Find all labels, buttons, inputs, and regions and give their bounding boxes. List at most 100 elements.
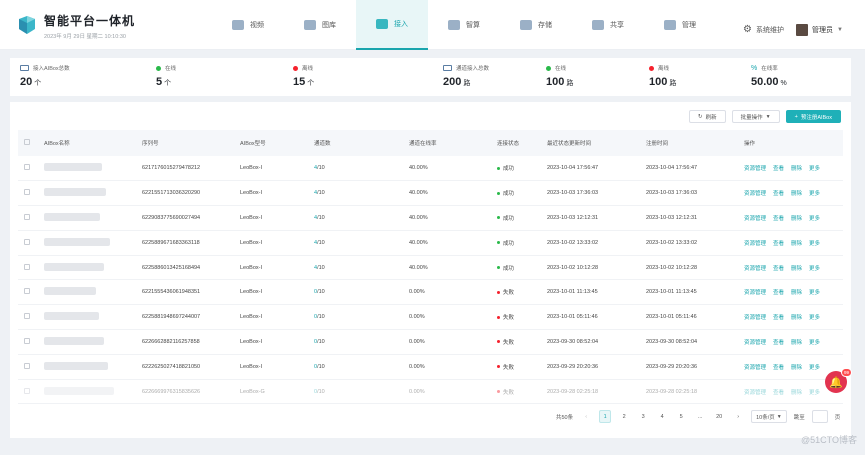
offline-dot <box>649 65 654 71</box>
row-checkbox[interactable] <box>24 362 30 369</box>
resource-manage-link[interactable]: 资源管理 <box>744 365 766 371</box>
prev-page-button[interactable]: ‹ <box>580 410 592 423</box>
more-link[interactable]: 更多 <box>809 166 820 172</box>
table-row: 6217176015279478212 LeoBox-I 4/10 40.00% 成功 2… <box>18 156 843 181</box>
delete-link[interactable]: 删除 <box>791 340 802 346</box>
notification-button[interactable]: 🔔 99 <box>825 368 853 393</box>
aibox-name-redacted <box>44 163 102 172</box>
resource-manage-link[interactable]: 资源管理 <box>744 166 766 172</box>
channel-total: /10 <box>317 388 325 395</box>
refresh-button[interactable]: ↻ 刷新 <box>689 110 726 123</box>
status-dot <box>497 216 500 220</box>
more-link[interactable]: 更多 <box>809 290 820 296</box>
view-link[interactable]: 查看 <box>773 166 784 172</box>
more-link[interactable]: 更多 <box>809 191 820 197</box>
delete-link[interactable]: 删除 <box>791 191 802 197</box>
delete-link[interactable]: 删除 <box>791 290 802 296</box>
view-link[interactable]: 查看 <box>773 315 784 321</box>
row-checkbox[interactable] <box>24 213 30 220</box>
column-header[interactable]: AIBox名称 <box>38 130 136 156</box>
delete-link[interactable]: 删除 <box>791 216 802 222</box>
ops-cell: 资源管理 查看 删除 更多 <box>738 181 843 206</box>
column-header[interactable]: 序列号 <box>136 130 234 156</box>
nav-item-video[interactable]: 视频 <box>212 0 284 50</box>
more-link[interactable]: 更多 <box>809 365 820 371</box>
delete-link[interactable]: 删除 <box>791 365 802 371</box>
row-checkbox[interactable] <box>24 337 30 344</box>
page-ellipsis[interactable]: ... <box>694 410 706 423</box>
resource-manage-link[interactable]: 资源管理 <box>744 216 766 222</box>
nav-item-compute[interactable]: 智算 <box>428 0 500 50</box>
resource-manage-link[interactable]: 资源管理 <box>744 390 766 396</box>
page-button[interactable]: 5 <box>675 410 687 423</box>
column-header[interactable]: 连接状态 <box>491 130 541 156</box>
more-link[interactable]: 更多 <box>809 340 820 346</box>
more-link[interactable]: 更多 <box>809 241 820 247</box>
view-link[interactable]: 查看 <box>773 390 784 396</box>
nav-item-storage[interactable]: 存储 <box>500 0 572 50</box>
resource-manage-link[interactable]: 资源管理 <box>744 241 766 247</box>
row-checkbox[interactable] <box>24 387 30 394</box>
page-button[interactable]: 20 <box>713 410 725 423</box>
system-maintenance-button[interactable]: ⚙ 系统维护 <box>743 24 784 35</box>
column-header[interactable]: AIBox型号 <box>234 130 308 156</box>
next-page-button[interactable]: › <box>732 410 744 423</box>
batch-operation-dropdown[interactable]: 批量操作 ▼ <box>731 110 780 123</box>
channel-total: /10 <box>317 165 325 172</box>
resource-manage-link[interactable]: 资源管理 <box>744 340 766 346</box>
preregister-aibox-button[interactable]: + 预注册AIBox <box>785 110 841 123</box>
view-link[interactable]: 查看 <box>773 340 784 346</box>
nav-item-access[interactable]: 接入 <box>356 0 428 50</box>
column-header[interactable]: 通道在线率 <box>403 130 491 156</box>
delete-link[interactable]: 删除 <box>791 390 802 396</box>
view-link[interactable]: 查看 <box>773 241 784 247</box>
table-row: 6221551713036320290 LeoBox-I 4/10 40.00% 成功 2… <box>18 181 843 206</box>
column-header[interactable]: 通道数 <box>308 130 403 156</box>
user-menu[interactable]: 管理员 ▼ <box>796 24 843 36</box>
registered-cell: 2023-10-03 12:12:31 <box>646 214 698 221</box>
status-cell: 成功 <box>491 156 541 181</box>
row-checkbox[interactable] <box>24 164 30 171</box>
more-link[interactable]: 更多 <box>809 266 820 272</box>
resource-manage-link[interactable]: 资源管理 <box>744 290 766 296</box>
column-header[interactable]: 注册时间 <box>640 130 738 156</box>
stat-label: 接入AIBox总数 <box>33 66 70 72</box>
delete-link[interactable]: 删除 <box>791 266 802 272</box>
view-link[interactable]: 查看 <box>773 365 784 371</box>
view-link[interactable]: 查看 <box>773 266 784 272</box>
row-checkbox[interactable] <box>24 189 30 196</box>
more-link[interactable]: 更多 <box>809 390 820 396</box>
jump-label: 跳至 <box>793 414 805 421</box>
nav-item-manage[interactable]: 管理 <box>644 0 716 50</box>
resource-manage-link[interactable]: 资源管理 <box>744 266 766 272</box>
status-dot <box>497 290 500 294</box>
page-button[interactable]: 2 <box>618 410 630 423</box>
pagination: 共50条 ‹ 1 2 3 4 5 ... 20 › 10条/页 ▼ 跳至 页 <box>556 410 840 423</box>
row-checkbox[interactable] <box>24 313 30 320</box>
row-checkbox[interactable] <box>24 288 30 295</box>
delete-link[interactable]: 删除 <box>791 166 802 172</box>
user-label: 管理员 <box>812 27 833 34</box>
resource-manage-link[interactable]: 资源管理 <box>744 315 766 321</box>
more-link[interactable]: 更多 <box>809 315 820 321</box>
view-link[interactable]: 查看 <box>773 191 784 197</box>
delete-link[interactable]: 删除 <box>791 315 802 321</box>
stat-label: 在线 <box>165 66 177 72</box>
stat-aibox-offline: 离线 15 个 <box>293 58 314 88</box>
view-link[interactable]: 查看 <box>773 216 784 222</box>
page-button[interactable]: 4 <box>656 410 668 423</box>
column-header[interactable]: 最近状态更新时间 <box>541 130 640 156</box>
delete-link[interactable]: 删除 <box>791 241 802 247</box>
page-button[interactable]: 3 <box>637 410 649 423</box>
resource-manage-link[interactable]: 资源管理 <box>744 191 766 197</box>
jump-page-input[interactable] <box>811 410 828 423</box>
row-checkbox[interactable] <box>24 263 30 270</box>
view-link[interactable]: 查看 <box>773 290 784 296</box>
page-button[interactable]: 1 <box>599 410 612 423</box>
page-size-select[interactable]: 10条/页 ▼ <box>751 410 787 423</box>
select-all-checkbox[interactable] <box>24 139 30 145</box>
nav-item-gallery[interactable]: 图库 <box>284 0 356 50</box>
more-link[interactable]: 更多 <box>809 216 820 222</box>
nav-item-share[interactable]: 共享 <box>572 0 644 50</box>
row-checkbox[interactable] <box>24 238 30 245</box>
